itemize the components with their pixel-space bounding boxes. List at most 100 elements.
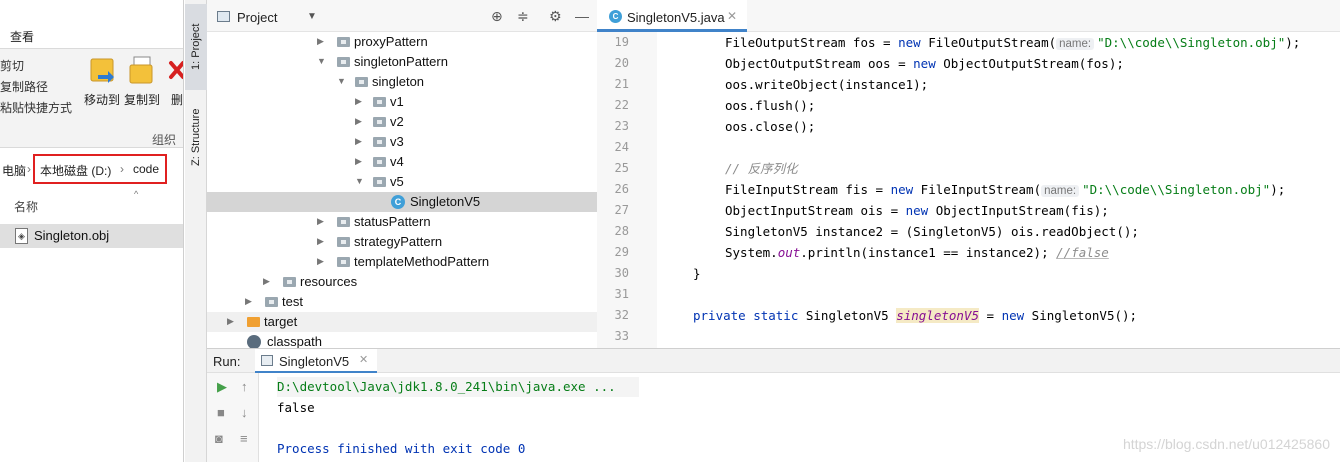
line-number: 23 [614, 119, 629, 133]
camera-icon[interactable]: ◙ [215, 431, 223, 446]
tree-item-templatemethodpattern[interactable]: ▶ templateMethodPattern [207, 252, 597, 272]
collapse-arrow-icon[interactable]: ▼ [317, 56, 326, 66]
tree-item-statuspattern[interactable]: ▶ statusPattern [207, 212, 597, 232]
tree-item-classpath[interactable]: classpath [207, 332, 597, 348]
expand-arrow-icon[interactable]: ▶ [263, 276, 270, 287]
tree-item-label: singletonPattern [354, 54, 448, 69]
copy-to-button[interactable]: 复制到 [122, 55, 162, 108]
tab-project-tool[interactable]: 1: Project [185, 4, 207, 90]
collapse-arrow-icon[interactable]: ▼ [337, 76, 346, 86]
collapse-all-icon[interactable]: ≑ [517, 8, 529, 25]
code-comment: // 反序列化 [725, 161, 798, 176]
file-row[interactable]: ◈ Singleton.obj [0, 224, 183, 248]
soft-wrap-icon[interactable]: ≡ [240, 431, 248, 446]
tree-item-singletonpattern[interactable]: ▼ singletonPattern [207, 52, 597, 72]
file-name: Singleton.obj [34, 228, 110, 243]
code-keyword: new [905, 203, 929, 218]
tree-item-v2[interactable]: ▶ v2 [207, 112, 597, 132]
expand-arrow-icon[interactable]: ▶ [355, 96, 362, 107]
tree-item-label: proxyPattern [354, 34, 428, 49]
run-header: Run: SingletonV5 ✕ [207, 349, 1340, 373]
code-keyword: new [1001, 308, 1025, 323]
tree-item-label: templateMethodPattern [354, 254, 490, 269]
code-token: System. [725, 245, 778, 260]
editor-tab-singletonv5[interactable]: C SingletonV5.java ✕ [597, 0, 747, 32]
copy-path-button[interactable]: 复制路径 [0, 78, 48, 95]
console-exit-message: Process finished with exit code 0 [277, 441, 526, 456]
collapse-arrow-icon[interactable]: ▼ [355, 176, 364, 186]
tree-item-label: v5 [390, 174, 404, 189]
copy-to-icon [129, 56, 153, 84]
column-header-name[interactable]: 名称 [14, 198, 38, 215]
code-keyword: new [913, 56, 936, 71]
tree-item-v4[interactable]: ▶ v4 [207, 152, 597, 172]
tree-item-strategypattern[interactable]: ▶ strategyPattern [207, 232, 597, 252]
expand-arrow-icon[interactable]: ▶ [355, 116, 362, 127]
expand-arrow-icon[interactable]: ▶ [317, 256, 324, 267]
expand-arrow-icon[interactable]: ▶ [355, 156, 362, 167]
project-title[interactable]: Project [237, 10, 277, 25]
scroll-up-icon[interactable]: ↑ [241, 379, 248, 394]
tree-item-label: resources [300, 274, 358, 289]
tree-item-test[interactable]: ▶ test [207, 292, 597, 312]
tree-item-singletonv5[interactable]: C SingletonV5 [207, 192, 597, 212]
paste-shortcut-button[interactable]: 粘贴快捷方式 [0, 99, 72, 116]
close-icon[interactable]: ✕ [727, 9, 737, 23]
tree-item-label: SingletonV5 [410, 194, 481, 209]
run-tab-singletonv5[interactable]: SingletonV5 ✕ [255, 349, 377, 373]
code-string: "D:\\code\\Singleton.obj" [1097, 35, 1286, 50]
ribbon-tab-view[interactable]: 查看 [10, 28, 34, 45]
rerun-icon[interactable]: ▶ [217, 379, 227, 395]
tree-item-label: strategyPattern [354, 234, 443, 249]
hide-icon[interactable]: — [575, 8, 589, 24]
breadcrumb-computer[interactable]: 电脑 [2, 162, 26, 179]
tree-item-label: classpath [267, 334, 322, 348]
expand-arrow-icon[interactable]: ▶ [245, 296, 252, 307]
code-line: } [693, 266, 701, 281]
line-number: 25 [614, 161, 629, 175]
tool-window-strip: 1: Project Z: Structure [185, 0, 207, 462]
tree-item-v5[interactable]: ▼ v5 [207, 172, 597, 192]
move-to-icon [90, 58, 114, 83]
code-line: ObjectInputStream ois = new ObjectInputS… [725, 200, 1109, 221]
code-field: singletonV5 [896, 308, 979, 323]
code-line: oos.close(); [725, 119, 816, 134]
tree-item-singleton[interactable]: ▼ singleton [207, 72, 597, 92]
copy-to-label: 复制到 [123, 93, 160, 107]
expand-arrow-icon[interactable]: ▶ [317, 36, 324, 47]
expand-arrow-icon[interactable]: ▶ [317, 236, 324, 247]
console-command: D:\devtool\Java\jdk1.8.0_241\bin\java.ex… [277, 379, 616, 394]
ribbon-toolbar: 剪切 复制路径 粘贴快捷方式 移动到 复制到 删 组织 [0, 48, 183, 148]
code-token: ); [1270, 182, 1286, 197]
package-icon [373, 157, 386, 167]
tree-item-resources[interactable]: ▶ resources [207, 272, 597, 292]
code-token: ObjectInputStream(fis); [928, 203, 1109, 218]
console-output-line: false [277, 400, 315, 415]
tree-item-v1[interactable]: ▶ v1 [207, 92, 597, 112]
gear-icon[interactable]: ⚙ [549, 8, 562, 25]
code-field: out [777, 245, 801, 260]
delete-button[interactable]: 删 [162, 55, 183, 108]
close-icon[interactable]: ✕ [359, 353, 368, 366]
tree-item-proxypattern[interactable]: ▶ proxyPattern [207, 32, 597, 52]
cut-button[interactable]: 剪切 [0, 57, 24, 74]
tab-structure-tool[interactable]: Z: Structure [185, 98, 207, 176]
project-panel: Project ▼ ⊕ ≑ ⚙ — ▶ proxyPattern ▼ singl… [207, 0, 597, 348]
move-to-button[interactable]: 移动到 [82, 55, 122, 108]
code-token: ObjectOutputStream oos = [725, 56, 914, 71]
file-icon: ◈ [15, 228, 28, 244]
expand-arrow-icon[interactable]: ▶ [227, 316, 234, 327]
code-editor[interactable]: FileOutputStream fos = new FileOutputStr… [657, 32, 1340, 348]
stop-icon[interactable]: ■ [217, 405, 225, 420]
tree-item-target[interactable]: ▶ target [207, 312, 597, 332]
expand-arrow-icon[interactable]: ▶ [317, 216, 324, 227]
chevron-down-icon[interactable]: ▼ [307, 11, 317, 22]
locate-icon[interactable]: ⊕ [491, 8, 503, 25]
tree-item-v3[interactable]: ▶ v3 [207, 132, 597, 152]
scroll-down-icon[interactable]: ↓ [241, 405, 248, 420]
delete-icon [169, 61, 183, 79]
expand-arrow-icon[interactable]: ▶ [355, 136, 362, 147]
code-line: SingletonV5 instance2 = (SingletonV5) oi… [725, 224, 1139, 239]
package-icon [337, 217, 350, 227]
code-keyword: new [890, 182, 914, 197]
